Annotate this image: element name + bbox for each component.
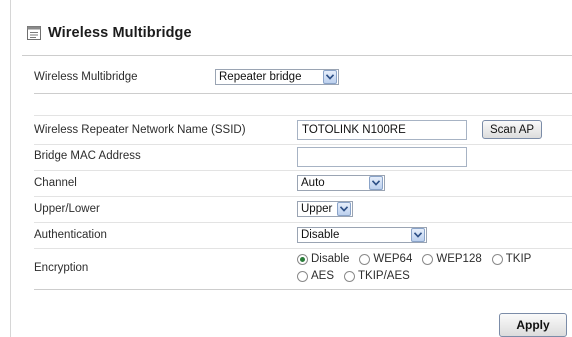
channel-select[interactable]: Auto [297,175,385,191]
radio-icon[interactable] [422,253,434,265]
mode-select-value: Repeater bridge [219,71,302,83]
row-divider [34,144,572,145]
chevron-down-icon [323,70,337,84]
radio-icon[interactable] [344,270,356,282]
row-divider [34,115,572,116]
mac-input[interactable] [297,147,467,167]
document-icon [27,26,41,40]
chevron-down-icon [337,202,351,216]
encryption-option-label: AES [311,270,335,282]
radio-selected-icon[interactable] [297,253,308,265]
radio-icon[interactable] [297,270,308,282]
mode-divider [34,93,572,94]
encryption-option[interactable]: Disable [297,253,349,265]
encryption-option-label: WEP64 [373,253,413,265]
channel-select-value: Auto [301,177,325,189]
chevron-down-icon [369,176,383,190]
encryption-option[interactable]: WEP64 [359,253,412,265]
chevron-down-icon [411,228,425,242]
upper-lower-select-value: Upper [301,203,333,215]
mac-label: Bridge MAC Address [34,150,141,162]
row-divider [34,170,572,171]
mode-label: Wireless Multibridge [34,71,138,83]
encryption-option-label: TKIP [505,253,532,265]
channel-label: Channel [34,177,77,189]
radio-icon[interactable] [359,253,371,265]
encryption-options-line2: AES TKIP/AES [297,270,420,282]
encryption-options-line1: Disable WEP64 WEP128 TKIP [297,253,541,265]
ssid-label: Wireless Repeater Network Name (SSID) [34,124,246,136]
row-divider [34,248,572,249]
authentication-select[interactable]: Disable [297,227,427,243]
header-divider [22,55,572,56]
page-header: Wireless Multibridge [27,22,192,44]
row-divider [34,222,572,223]
encryption-option[interactable]: AES [297,270,334,282]
encryption-label: Encryption [34,262,89,274]
encryption-option-label: TKIP/AES [358,270,410,282]
apply-button[interactable]: Apply [499,313,567,337]
content-frame: Wireless Multibridge Wireless Multibridg… [10,0,572,337]
page-title: Wireless Multibridge [48,25,192,41]
encryption-option[interactable]: TKIP [491,253,532,265]
scan-ap-button[interactable]: Scan AP [482,120,542,139]
form-bottom-divider [34,289,572,290]
radio-icon[interactable] [491,253,503,265]
row-divider [34,196,572,197]
encryption-option-label: Disable [311,253,350,265]
ssid-input[interactable]: TOTOLINK N100RE [297,120,467,140]
upper-lower-label: Upper/Lower [34,203,100,215]
mode-select[interactable]: Repeater bridge [215,69,339,85]
upper-lower-select[interactable]: Upper [297,201,353,217]
authentication-label: Authentication [34,229,107,241]
encryption-option-label: WEP128 [436,253,482,265]
authentication-select-value: Disable [301,229,340,241]
encryption-option[interactable]: TKIP/AES [344,270,410,282]
encryption-option[interactable]: WEP128 [422,253,482,265]
